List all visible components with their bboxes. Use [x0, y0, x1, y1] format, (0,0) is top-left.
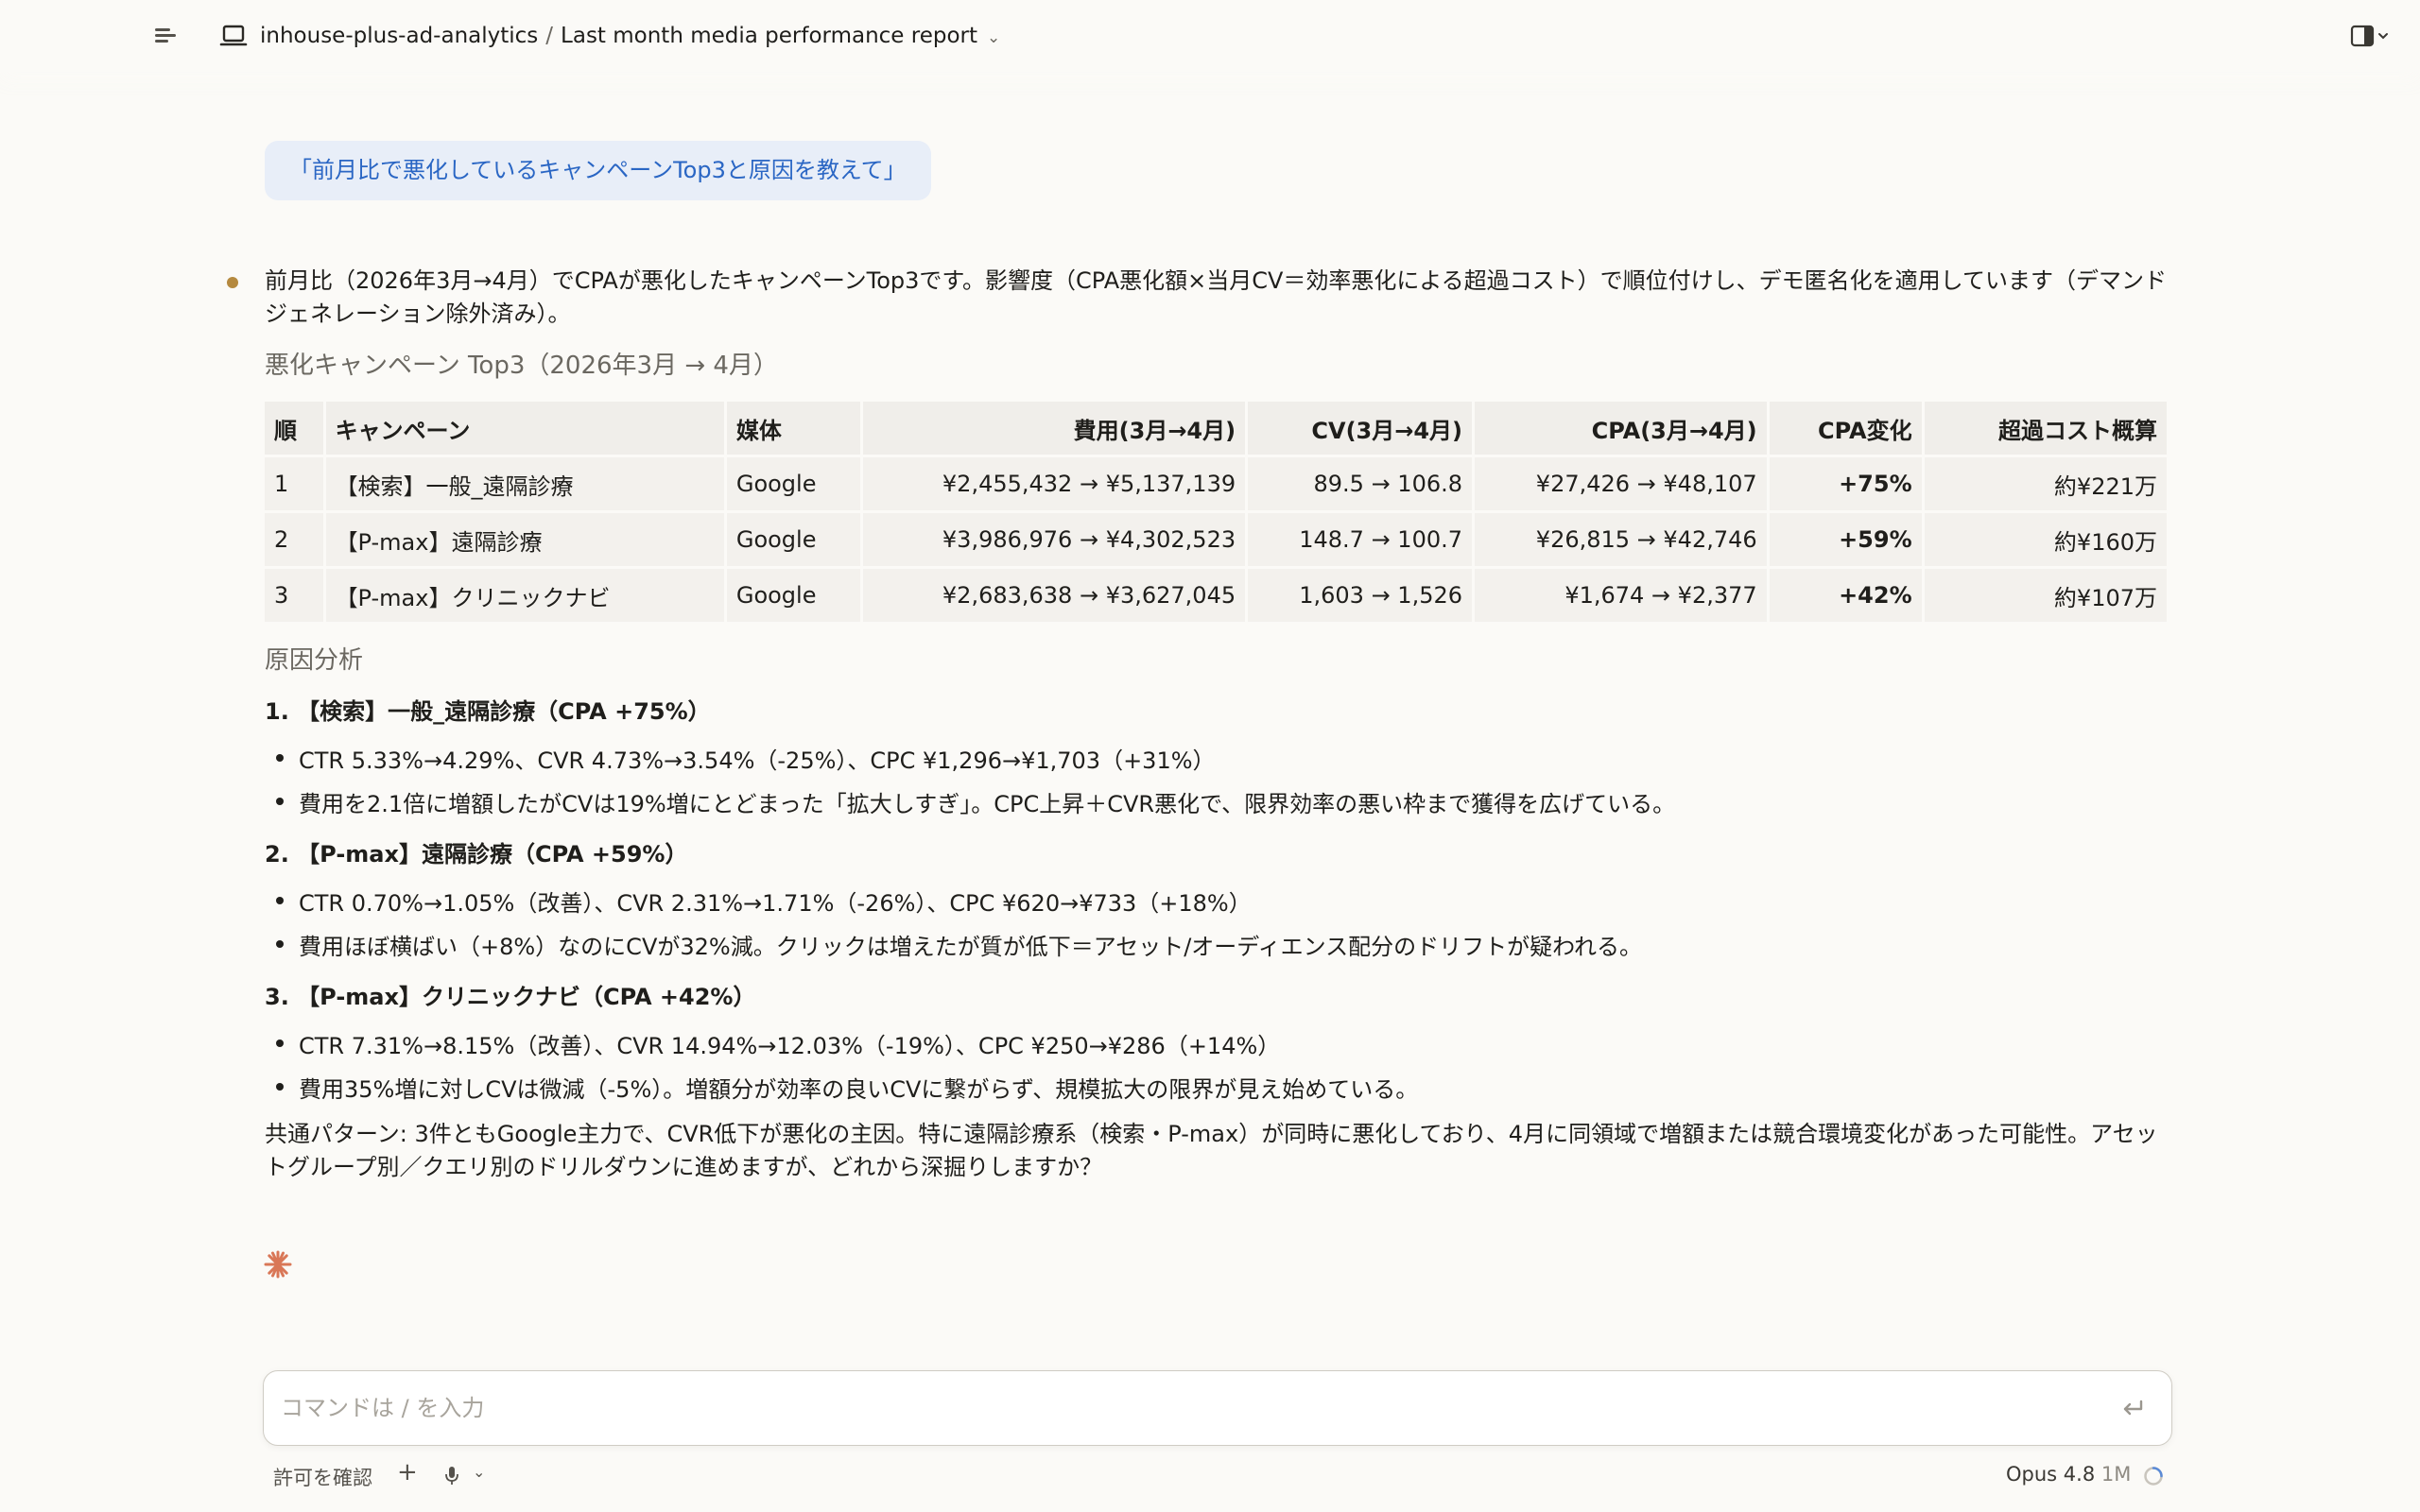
cell-cost: ¥2,455,432 → ¥5,137,139	[862, 457, 1246, 510]
col-media: 媒体	[726, 402, 860, 455]
section-title: 2. 【P-max】遠隔診療（CPA +59%）	[265, 841, 688, 868]
cell-campaign: 【P-max】クリニックナビ	[325, 569, 724, 622]
analysis-title: 原因分析	[265, 646, 364, 675]
project-name[interactable]: inhouse-plus-ad-analytics	[260, 24, 538, 48]
panel-toggle-icon[interactable]	[2350, 23, 2394, 51]
cell-media: Google	[726, 457, 860, 510]
section-title: 3. 【P-max】クリニックナビ（CPA +42%）	[265, 984, 756, 1010]
context-size: 1M	[2100, 1463, 2132, 1486]
breadcrumb[interactable]: inhouse-plus-ad-analytics / Last month med…	[260, 21, 1000, 53]
microphone-icon[interactable]	[442, 1465, 461, 1487]
campaign-table: 順 キャンペーン 媒体 費用(3月→4月) CV(3月→4月) CPA(3月→4…	[262, 399, 2169, 625]
list-item: 費用ほぼ横ばい（+8%）なのにCVが32%減。クリックは増えたが質が低下＝アセッ…	[276, 928, 1642, 961]
table-row: 3 【P-max】クリニックナビ Google ¥2,683,638 → ¥3,…	[265, 569, 2167, 622]
mic-chevron-down-icon[interactable]: ⌄	[473, 1463, 485, 1481]
cell-cpa: ¥27,426 → ¥48,107	[1475, 457, 1767, 510]
list-item: 費用を2.1倍に増額したがCVは19%増にとどまった「拡大しすぎ」。CPC上昇＋…	[275, 785, 1675, 818]
cell-cpa-change: +75%	[1769, 457, 1922, 510]
col-cv: CV(3月→4月)	[1248, 402, 1473, 455]
menu-icon[interactable]	[151, 23, 180, 49]
cell-rank: 2	[265, 513, 323, 566]
list-item: CTR 0.70%→1.05%（改善）、CVR 2.31%→1.71%（-26%…	[276, 885, 1252, 918]
col-cpa: CPA(3月→4月)	[1475, 402, 1767, 455]
table-header-row: 順 キャンペーン 媒体 費用(3月→4月) CV(3月→4月) CPA(3月→4…	[265, 402, 2167, 455]
model-selector[interactable]: Opus 4.8 1M	[2006, 1463, 2131, 1486]
enter-icon[interactable]	[2118, 1394, 2147, 1422]
user-message: 「前月比で悪化しているキャンペーンTop3と原因を教えて」	[265, 141, 931, 200]
table-row: 1 【検索】一般_遠隔診療 Google ¥2,455,432 → ¥5,137…	[265, 457, 2167, 510]
command-input[interactable]	[281, 1386, 2077, 1430]
model-name[interactable]: Opus 4.8	[2006, 1463, 2095, 1486]
cell-cv: 148.7 → 100.7	[1248, 513, 1473, 566]
cell-cv: 89.5 → 106.8	[1248, 457, 1473, 510]
cell-campaign: 【検索】一般_遠隔診療	[325, 457, 724, 510]
list-item: CTR 7.31%→8.15%（改善）、CVR 14.94%→12.03%（-1…	[275, 1027, 1280, 1060]
cell-cpa: ¥1,674 → ¥2,377	[1475, 569, 1767, 622]
cell-cost: ¥3,986,976 → ¥4,302,523	[862, 513, 1246, 566]
cell-cpa: ¥26,815 → ¥42,746	[1475, 513, 1767, 566]
cell-cpa-change: +59%	[1769, 513, 1922, 566]
command-input-box[interactable]	[263, 1370, 2172, 1446]
col-excess-cost: 超過コスト概算	[1924, 402, 2167, 455]
chevron-down-icon[interactable]: ⌄	[987, 28, 1000, 47]
cell-media: Google	[726, 569, 860, 622]
table-title: 悪化キャンペーン Top3（2026年3月 → 4月）	[265, 352, 778, 380]
cell-cv: 1,603 → 1,526	[1248, 569, 1473, 622]
col-cpa-change: CPA変化	[1769, 402, 1922, 455]
laptop-icon	[219, 25, 248, 46]
cell-rank: 1	[265, 457, 323, 510]
cell-cost: ¥2,683,638 → ¥3,627,045	[862, 569, 1246, 622]
cell-campaign: 【P-max】遠隔診療	[325, 513, 724, 566]
summary-paragraph: 共通パターン: 3件ともGoogle主力で、CVR低下が悪化の主因。特に遠隔診療…	[265, 1121, 2158, 1180]
cell-excess-cost: 約¥160万	[1924, 513, 2167, 566]
cell-rank: 3	[265, 569, 323, 622]
cell-excess-cost: 約¥221万	[1924, 457, 2167, 510]
col-campaign: キャンペーン	[325, 402, 724, 455]
loading-spinner-icon	[2144, 1467, 2163, 1486]
cell-excess-cost: 約¥107万	[1924, 569, 2167, 622]
top-bar: inhouse-plus-ad-analytics / Last month med…	[0, 0, 2420, 72]
section-title: 1. 【検索】一般_遠隔診療（CPA +75%）	[265, 698, 711, 725]
add-button[interactable]: +	[397, 1458, 418, 1486]
table-row: 2 【P-max】遠隔診療 Google ¥3,986,976 → ¥4,302…	[265, 513, 2167, 566]
permission-button[interactable]: 許可を確認	[273, 1463, 372, 1491]
list-item: CTR 5.33%→4.29%、CVR 4.73%→3.54%（-25%）、CP…	[276, 742, 1216, 775]
assistant-intro: 前月比（2026年3月→4月）でCPAが悪化したキャンペーンTop3です。影響度…	[265, 267, 2167, 327]
conversation-title[interactable]: Last month media performance report	[561, 24, 977, 48]
breadcrumb-separator: /	[545, 24, 554, 48]
cell-cpa-change: +42%	[1769, 569, 1922, 622]
spark-icon	[264, 1250, 292, 1279]
cell-media: Google	[726, 513, 860, 566]
col-rank: 順	[265, 402, 323, 455]
col-cost: 費用(3月→4月)	[862, 402, 1246, 455]
list-item: 費用35%増に対しCVは微減（-5%）。増額分が効率の良いCVに繋がらず、規模拡…	[275, 1071, 1418, 1104]
assistant-status-dot	[227, 277, 238, 288]
